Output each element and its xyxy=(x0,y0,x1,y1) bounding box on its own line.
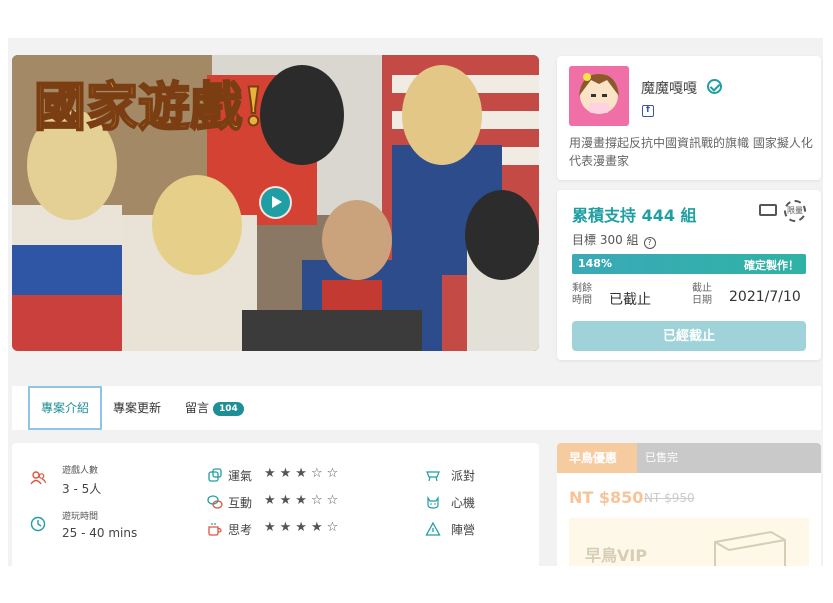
tab-project-intro[interactable]: 專案介紹 xyxy=(28,386,103,430)
shipping-truck-icon xyxy=(759,204,777,216)
help-icon[interactable]: ? xyxy=(643,237,656,249)
reward-sold-out: 已售完 xyxy=(637,443,821,473)
facebook-icon[interactable]: f xyxy=(642,105,654,117)
dice-icon xyxy=(208,468,222,482)
attr-luck-stars: ★★★☆☆ xyxy=(264,466,343,481)
tag-party: 派對 xyxy=(451,469,476,483)
reward-item-title: 早鳥VIP xyxy=(585,546,648,565)
tab-project-updates[interactable]: 專案更新 xyxy=(113,386,161,430)
attr-interaction-label: 互動 xyxy=(228,496,253,510)
tab-comments[interactable]: 留言 104 xyxy=(185,386,244,430)
funding-goal: 目標 300 組? xyxy=(572,231,656,249)
reward-item-preview: 早鳥VIP xyxy=(569,518,809,568)
tag-scheming: 心機 xyxy=(451,496,476,510)
creator-avatar[interactable] xyxy=(569,66,629,126)
progress-status: 確定製作！ xyxy=(744,259,799,272)
end-date-value: 2021/7/10 xyxy=(729,289,801,305)
creator-description: 用漫畫撐起反抗中國資訊戰的旗幟 國家擬人化代表漫畫家 xyxy=(569,136,813,168)
creator-card: 魔魔嘎嘎 f 用漫畫撐起反抗中國資訊戰的旗幟 國家擬人化代表漫畫家 xyxy=(557,56,821,180)
team-triangle-icon xyxy=(425,521,441,536)
scheming-cat-icon xyxy=(427,496,439,509)
players-label: 遊戲人數 xyxy=(62,466,99,476)
party-icon xyxy=(426,471,440,482)
verified-check-icon xyxy=(707,79,722,94)
closed-button[interactable]: 已經截止 xyxy=(572,321,806,351)
early-bird-reward-card[interactable]: 早鳥優惠 已售完 NT $850 NT $950 早鳥VIP xyxy=(557,443,821,568)
time-label: 遊玩時間 xyxy=(62,512,99,522)
chat-icon xyxy=(207,495,223,509)
coffee-icon xyxy=(208,523,222,536)
comments-count-badge: 104 xyxy=(213,402,244,416)
page-bottom-area xyxy=(0,566,833,603)
players-icon xyxy=(30,471,46,485)
play-button[interactable] xyxy=(261,188,290,217)
reward-price: NT $850 xyxy=(569,488,644,507)
funding-progress-bar: 148% 確定製作！ xyxy=(572,254,806,274)
limited-badge-icon: 限量 xyxy=(784,200,806,222)
creator-name[interactable]: 魔魔嘎嘎 xyxy=(641,78,697,98)
funding-raised: 累積支持 444 組 xyxy=(572,206,697,225)
svg-text:國家遊戲!: 國家遊戲! xyxy=(34,77,265,138)
attr-interaction-stars: ★★★☆☆ xyxy=(264,493,343,508)
tab-comments-label: 留言 xyxy=(185,401,210,415)
clock-icon xyxy=(30,516,46,532)
remaining-time-value: 已截止 xyxy=(609,292,651,308)
attr-thinking-label: 思考 xyxy=(228,523,253,537)
tag-faction: 陣營 xyxy=(451,523,476,537)
time-value: 25 - 40 mins xyxy=(62,526,138,540)
end-date-label: 截止日期 xyxy=(692,283,712,306)
project-tabs: 專案介紹 專案更新 留言 104 xyxy=(12,386,821,430)
players-value: 3 - 5人 xyxy=(62,482,102,496)
game-info-card: 遊戲人數 3 - 5人 遊玩時間 25 - 40 mins 運氣 ★★★☆☆ 互… xyxy=(12,443,539,568)
attr-luck-label: 運氣 xyxy=(228,469,253,483)
reward-original-price: NT $950 xyxy=(644,491,695,505)
funding-card: 累積支持 444 組 限量 目標 300 組? 148% 確定製作！ 剩餘時間 … xyxy=(557,190,821,360)
attr-thinking-stars: ★★★★☆ xyxy=(264,520,343,535)
product-box-icon xyxy=(714,530,786,568)
remaining-time-label: 剩餘時間 xyxy=(572,283,592,306)
reward-tag: 早鳥優惠 xyxy=(557,443,637,473)
progress-percent: 148% xyxy=(578,257,612,270)
project-video[interactable]: 國家遊戲! xyxy=(12,55,539,351)
goal-text: 目標 300 組 xyxy=(572,233,639,247)
